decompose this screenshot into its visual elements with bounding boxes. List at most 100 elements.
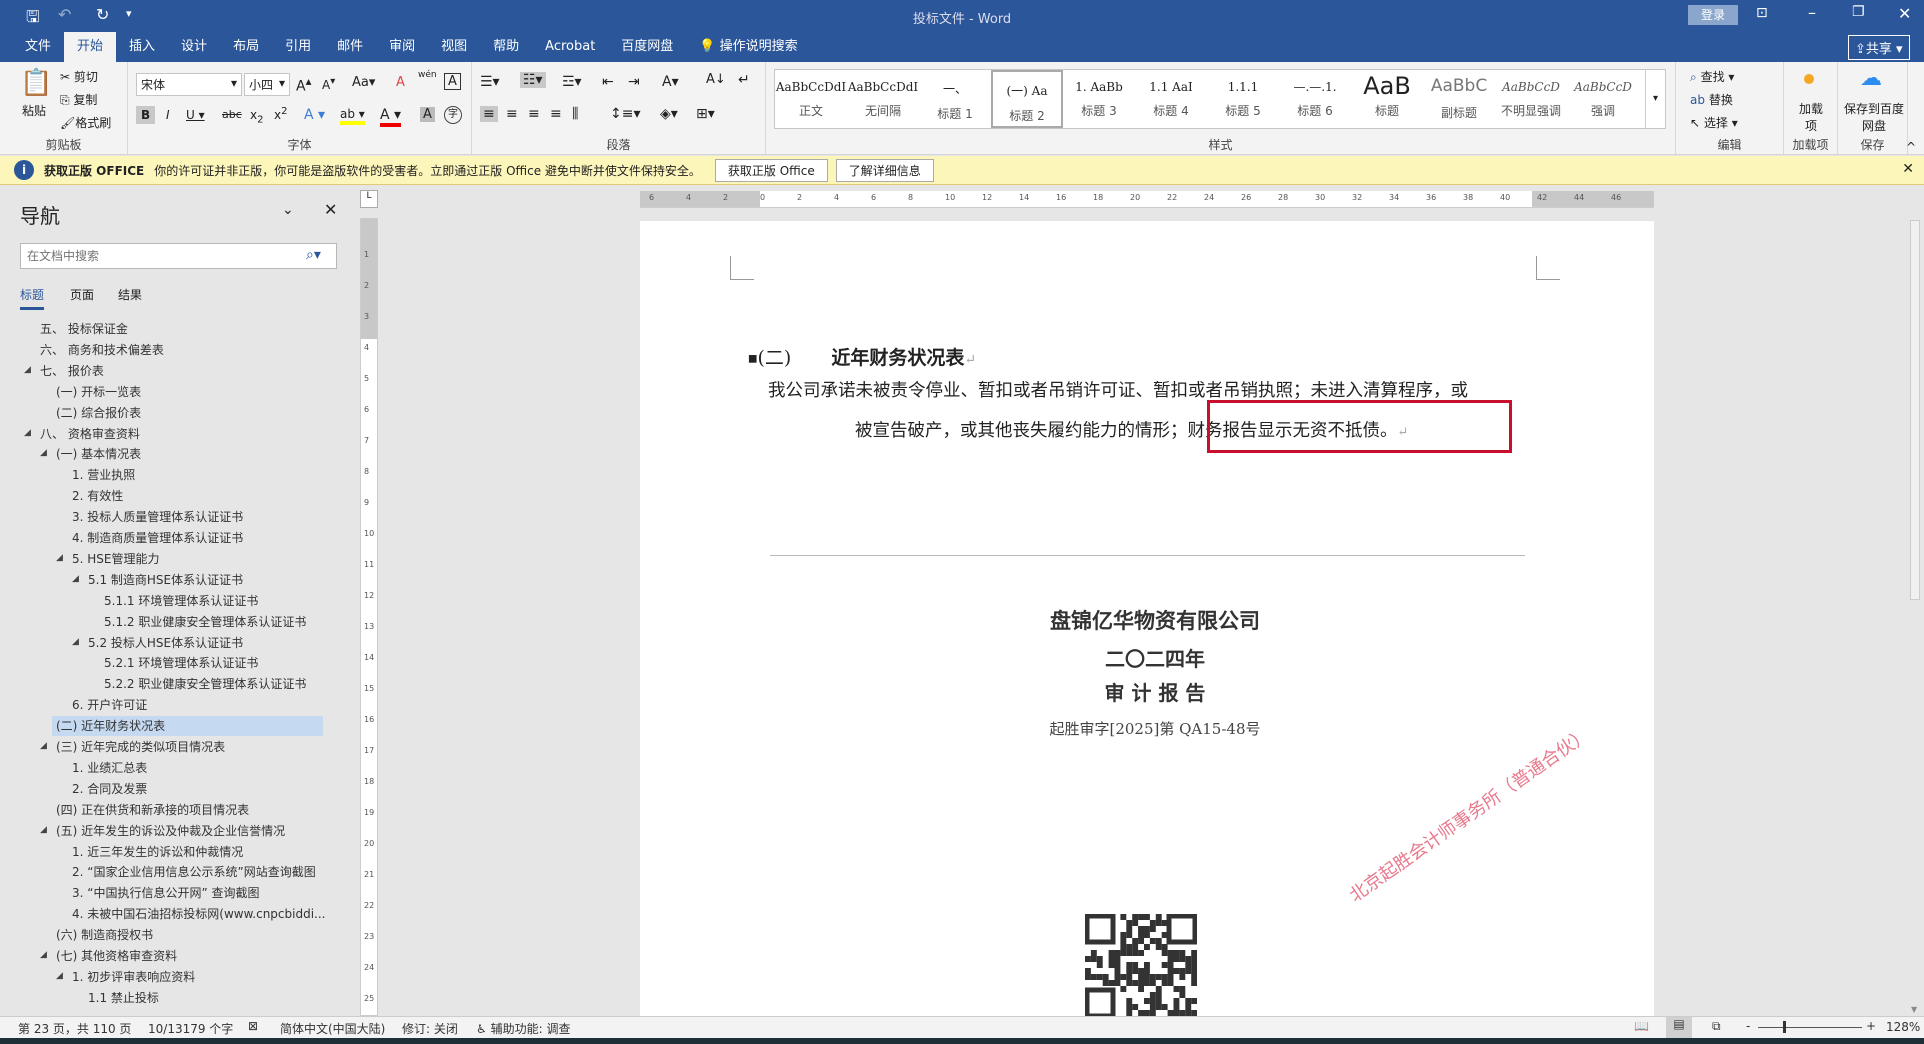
nav-heading-item[interactable]: 5.2.1 环境管理体系认证证书: [104, 653, 258, 673]
document-page[interactable]: ■(二) 近年财务状况表↵ 我公司承诺未被责令停业、暂扣或者吊销许可证、暂扣或者…: [640, 221, 1654, 1016]
nav-heading-item[interactable]: 4. 制造商质量管理体系认证证书: [72, 528, 243, 548]
addins-button[interactable]: 加载项: [1796, 100, 1826, 134]
collapse-triangle-icon[interactable]: ◢: [56, 971, 63, 981]
nav-heading-item[interactable]: 4. 未被中国石油招标投标网(www.cnpcbiddi...: [72, 904, 325, 924]
track-changes[interactable]: 修订: 关闭: [402, 1020, 458, 1037]
nav-heading-item[interactable]: 六、 商务和技术偏差表: [40, 340, 164, 360]
strikethrough-button[interactable]: abc: [222, 108, 242, 121]
tab-file[interactable]: 文件: [12, 32, 64, 62]
grow-font-icon[interactable]: A▴: [296, 74, 311, 95]
zoom-out-button[interactable]: -: [1746, 1019, 1750, 1033]
ribbon-display-icon[interactable]: ⊡: [1756, 5, 1768, 21]
sort-icon[interactable]: A↓: [706, 72, 726, 87]
style-0[interactable]: AaBbCcDdI 正文: [775, 70, 847, 128]
document-heading[interactable]: ■(二) 近年财务状况表↵: [748, 343, 976, 370]
char-shading-icon[interactable]: A: [420, 107, 435, 122]
tell-me-search[interactable]: 💡 操作说明搜索: [686, 32, 810, 62]
nav-heading-item[interactable]: 2. 有效性: [72, 486, 123, 506]
style-10[interactable]: AaBbCcD 不明显强调: [1495, 70, 1567, 128]
char-border-icon[interactable]: A: [444, 73, 461, 90]
collapse-triangle-icon[interactable]: ◢: [40, 741, 47, 751]
tab-home[interactable]: 开始: [64, 32, 117, 62]
underline-button[interactable]: U ▾: [186, 108, 205, 122]
nav-heading-item[interactable]: (一) 开标一览表: [56, 382, 141, 402]
text-effects-icon[interactable]: A ▾: [304, 107, 325, 123]
highlight-icon[interactable]: ab ▾: [340, 107, 365, 125]
nav-heading-item[interactable]: 五、 投标保证金: [40, 319, 128, 339]
show-marks-icon[interactable]: ↵: [738, 72, 750, 88]
learn-more-button[interactable]: 了解详细信息: [835, 158, 934, 182]
collapse-triangle-icon[interactable]: ◢: [24, 428, 31, 438]
minimize-icon[interactable]: –: [1808, 3, 1816, 22]
accessibility-status[interactable]: ♿ 辅助功能: 调查: [476, 1020, 570, 1037]
cut-button[interactable]: ✂ 剪切: [60, 68, 98, 85]
select-button[interactable]: ↖ 选择 ▾: [1690, 114, 1738, 131]
baidu-cloud-icon[interactable]: ☁: [1860, 66, 1882, 91]
collapse-triangle-icon[interactable]: ◢: [72, 637, 79, 647]
align-center-icon[interactable]: ≡: [506, 106, 518, 122]
superscript-button[interactable]: x2: [274, 106, 287, 122]
nav-options-icon[interactable]: ⌄: [282, 202, 294, 218]
distributed-icon[interactable]: ⫼: [572, 106, 578, 122]
proofing-icon[interactable]: ⊠: [248, 1019, 258, 1033]
tab-design[interactable]: 设计: [168, 32, 220, 62]
line-spacing-icon[interactable]: ↕≡▾: [610, 106, 641, 122]
enclose-char-icon[interactable]: 字: [444, 106, 462, 124]
nav-heading-item[interactable]: (一) 基本情况表: [56, 444, 141, 464]
shading-icon[interactable]: ◈▾: [660, 106, 678, 122]
copy-button[interactable]: ⎘ 复制: [60, 91, 97, 108]
vertical-scrollbar[interactable]: ▼: [1906, 208, 1924, 1016]
zoom-slider[interactable]: [1758, 1027, 1862, 1028]
clear-format-icon[interactable]: A: [396, 75, 405, 90]
tab-help[interactable]: 帮助: [480, 32, 532, 62]
shrink-font-icon[interactable]: A▾: [322, 76, 335, 92]
nav-heading-item[interactable]: (五) 近年发生的诉讼及仲裁及企业信誉情况: [56, 821, 285, 841]
close-icon[interactable]: ✕: [1898, 4, 1911, 23]
nav-search-input[interactable]: [20, 243, 337, 269]
scrollbar-thumb[interactable]: [1910, 220, 1920, 600]
print-layout-icon[interactable]: ▤: [1666, 1017, 1692, 1038]
login-button[interactable]: 登录: [1688, 5, 1738, 25]
collapse-triangle-icon[interactable]: ◢: [56, 553, 63, 563]
collapse-triangle-icon[interactable]: ◢: [40, 950, 47, 960]
style-11[interactable]: AaBbCcD 强调: [1567, 70, 1639, 128]
find-button[interactable]: ⌕ 查找 ▾: [1690, 68, 1734, 85]
nav-heading-item[interactable]: 2. 合同及发票: [72, 779, 147, 799]
tab-view[interactable]: 视图: [428, 32, 480, 62]
paragraph-line-1[interactable]: 我公司承诺未被责令停业、暂扣或者吊销许可证、暂扣或者吊销执照；未进入清算程序，或: [768, 377, 1468, 402]
font-name-select[interactable]: 宋体 ▾: [136, 73, 242, 96]
bullets-icon[interactable]: ☰▾: [480, 74, 500, 90]
tab-review[interactable]: 审阅: [376, 32, 428, 62]
zoom-level[interactable]: 128%: [1886, 1020, 1920, 1034]
nav-heading-item[interactable]: 七、 报价表: [40, 361, 104, 381]
nav-heading-item[interactable]: 1.1 禁止投标: [88, 988, 159, 1008]
multilevel-list-icon[interactable]: ☲▾: [562, 74, 582, 90]
paste-icon[interactable]: 📋: [20, 68, 52, 98]
horizontal-ruler[interactable]: 6 4 2 0 2 4 6 8 10 12 14 16 18 20 22 24 26 28 30 32 34 36 38 40…: [640, 191, 1654, 208]
search-icon[interactable]: ⌕▾: [306, 247, 321, 263]
nav-heading-item[interactable]: 6. 开户许可证: [72, 695, 147, 715]
nav-heading-item[interactable]: 八、 资格审查资料: [40, 424, 140, 444]
paste-button[interactable]: 粘贴: [22, 102, 46, 119]
tab-mailings[interactable]: 邮件: [324, 32, 376, 62]
tab-insert[interactable]: 插入: [116, 32, 168, 62]
collapse-triangle-icon[interactable]: ◢: [72, 574, 79, 584]
italic-button[interactable]: I: [166, 108, 170, 122]
nav-heading-item[interactable]: 5.2.2 职业健康安全管理体系认证证书: [104, 674, 306, 694]
nav-tab-headings[interactable]: 标题: [20, 286, 45, 310]
nav-heading-item[interactable]: 1. 营业执照: [72, 465, 135, 485]
styles-more-icon[interactable]: ▾: [1645, 70, 1665, 128]
nav-heading-item[interactable]: (六) 制造商授权书: [56, 925, 153, 945]
nav-heading-item[interactable]: (二) 近年财务状况表: [52, 716, 323, 737]
zoom-in-button[interactable]: +: [1866, 1019, 1876, 1033]
nav-tab-results[interactable]: 结果: [118, 286, 142, 303]
nav-heading-item[interactable]: 5. HSE管理能力: [72, 549, 160, 569]
restore-icon[interactable]: ❐: [1852, 4, 1865, 20]
style-1[interactable]: AaBbCcDdI 无间隔: [847, 70, 919, 128]
nav-heading-item[interactable]: (三) 近年完成的类似项目情况表: [56, 737, 225, 757]
share-button[interactable]: ⇪共享 ▾: [1848, 35, 1910, 60]
font-color-icon[interactable]: A ▾: [380, 107, 402, 127]
change-case-button[interactable]: Aa▾: [352, 75, 375, 90]
align-left-icon[interactable]: ≡: [480, 106, 498, 122]
style-8[interactable]: AaB 标题: [1351, 70, 1423, 128]
